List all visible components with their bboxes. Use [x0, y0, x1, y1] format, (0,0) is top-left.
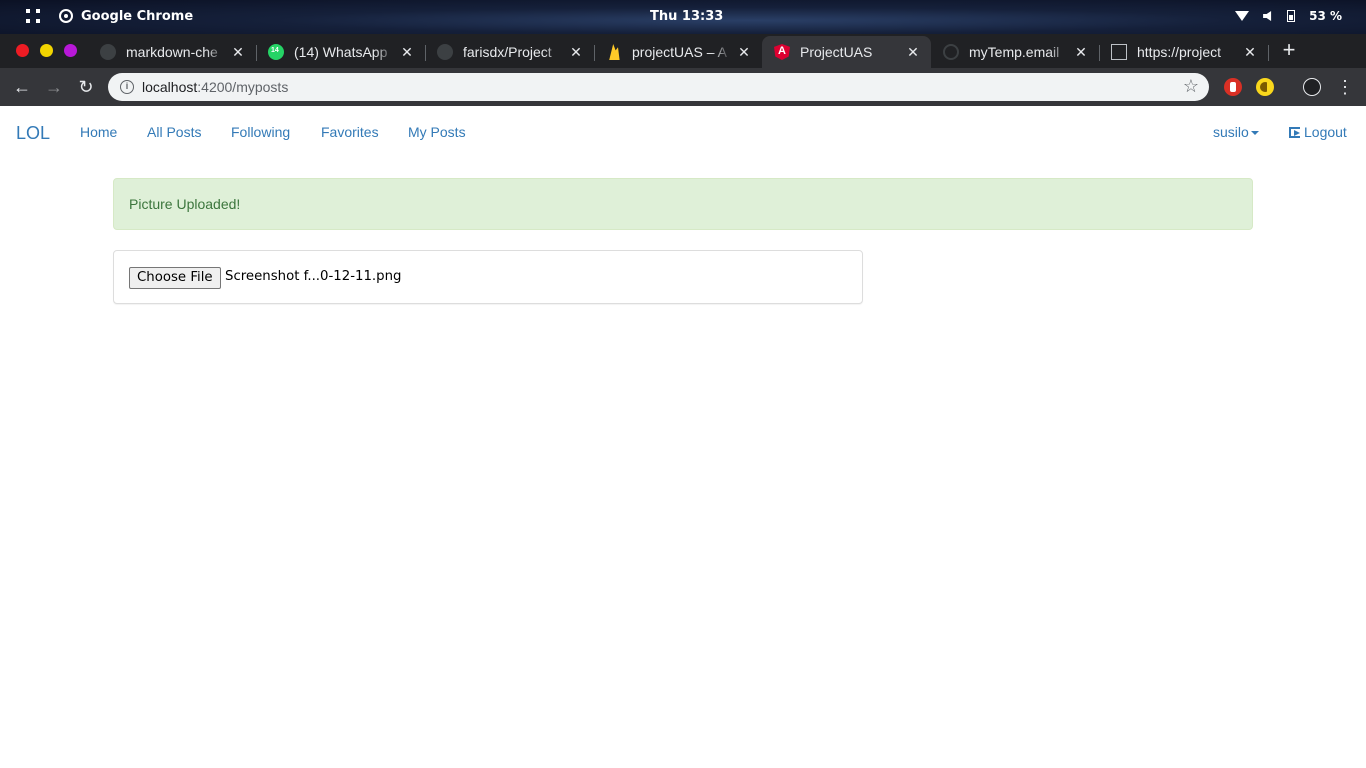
os-top-bar: Google Chrome Thu 13:33 53 % — [0, 0, 1366, 34]
whatsapp-icon — [268, 44, 284, 60]
logout-label: Logout — [1304, 124, 1347, 140]
tab-mytemp-email[interactable]: myTemp.email ✕ — [931, 36, 1100, 68]
close-tab-icon[interactable]: ✕ — [1069, 44, 1093, 61]
tab-projectuas-active[interactable]: ProjectUAS ✕ — [762, 36, 931, 68]
selected-file-name: Screenshot f...0-12-11.png — [225, 269, 402, 284]
system-tray[interactable]: 53 % — [1235, 9, 1342, 23]
caret-down-icon — [1250, 131, 1259, 136]
github-icon — [100, 44, 116, 60]
nav-following-link[interactable]: Following — [231, 124, 290, 140]
close-tab-icon[interactable]: ✕ — [395, 44, 419, 61]
adblock-extension-icon[interactable] — [1224, 78, 1242, 96]
tab-markdown[interactable]: markdown-che ✕ — [88, 36, 257, 68]
back-button[interactable]: ← — [11, 76, 33, 98]
username: susilo — [1213, 124, 1249, 140]
close-tab-icon[interactable]: ✕ — [1238, 44, 1262, 61]
wifi-icon — [1235, 11, 1250, 21]
angular-icon — [774, 44, 790, 60]
success-alert: Picture Uploaded! — [113, 178, 1253, 230]
url-path: :4200/myposts — [197, 79, 289, 95]
tab-github-project[interactable]: farisdx/Project ✕ — [425, 36, 595, 68]
maximize-window-button[interactable] — [64, 44, 77, 57]
close-tab-icon[interactable]: ✕ — [901, 44, 925, 61]
upload-panel: Choose File Screenshot f...0-12-11.png — [113, 250, 863, 304]
app-grid-icon[interactable] — [26, 9, 40, 23]
nav-my-posts-link[interactable]: My Posts — [408, 124, 466, 140]
site-info-icon[interactable]: i — [120, 80, 134, 94]
alert-message: Picture Uploaded! — [129, 196, 241, 212]
nav-favorites-link[interactable]: Favorites — [321, 124, 379, 140]
tab-title: https://project — [1137, 44, 1222, 60]
temp-email-icon — [943, 44, 959, 60]
minimize-window-button[interactable] — [40, 44, 53, 57]
tab-https-project[interactable]: https://project ✕ — [1099, 36, 1269, 68]
chrome-menu-icon[interactable]: ⋮ — [1336, 76, 1354, 98]
site-navbar: LOL Home All Posts Following Favorites M… — [0, 106, 1366, 158]
tab-title: markdown-che — [126, 44, 218, 60]
url-host: localhost — [142, 79, 198, 95]
tab-title: myTemp.email — [969, 44, 1060, 60]
logout-link[interactable]: Logout — [1289, 124, 1347, 140]
battery-percentage: 53 % — [1309, 9, 1342, 23]
active-app-name[interactable]: Google Chrome — [81, 9, 193, 24]
close-tab-icon[interactable]: ✕ — [564, 44, 588, 61]
choose-file-button[interactable]: Choose File — [129, 267, 221, 289]
tab-whatsapp[interactable]: (14) WhatsApp ✕ — [256, 36, 426, 68]
document-icon — [1111, 44, 1127, 60]
tab-firebase[interactable]: projectUAS – A ✕ — [594, 36, 762, 68]
close-window-button[interactable] — [16, 44, 29, 57]
brand-link[interactable]: LOL — [16, 123, 50, 144]
umbrella-extension-icon[interactable] — [1303, 78, 1321, 96]
tab-title: projectUAS – A — [632, 44, 727, 60]
yellow-extension-icon[interactable] — [1256, 78, 1274, 96]
reload-button[interactable]: ↻ — [75, 76, 97, 98]
nav-home-link[interactable]: Home — [80, 124, 117, 140]
url-text[interactable]: localhost:4200/myposts — [142, 79, 288, 95]
address-bar[interactable]: i localhost:4200/myposts ☆ — [108, 73, 1209, 101]
close-tab-icon[interactable]: ✕ — [226, 44, 250, 61]
firebase-icon — [609, 44, 620, 60]
chrome-icon — [59, 9, 73, 23]
tab-title: (14) WhatsApp — [294, 44, 388, 60]
clock[interactable]: Thu 13:33 — [650, 9, 723, 24]
volume-icon — [1263, 11, 1272, 21]
battery-icon — [1287, 10, 1296, 22]
user-dropdown[interactable]: susilo — [1213, 124, 1259, 140]
close-tab-icon[interactable]: ✕ — [732, 44, 756, 61]
forward-button[interactable]: → — [43, 76, 65, 98]
tab-title: farisdx/Project — [463, 44, 552, 60]
bookmark-star-icon[interactable]: ☆ — [1183, 76, 1199, 97]
new-tab-button[interactable]: + — [1277, 38, 1301, 62]
github-icon — [437, 44, 453, 60]
nav-all-posts-link[interactable]: All Posts — [147, 124, 201, 140]
logout-icon — [1289, 126, 1300, 138]
tab-title: ProjectUAS — [800, 44, 873, 60]
